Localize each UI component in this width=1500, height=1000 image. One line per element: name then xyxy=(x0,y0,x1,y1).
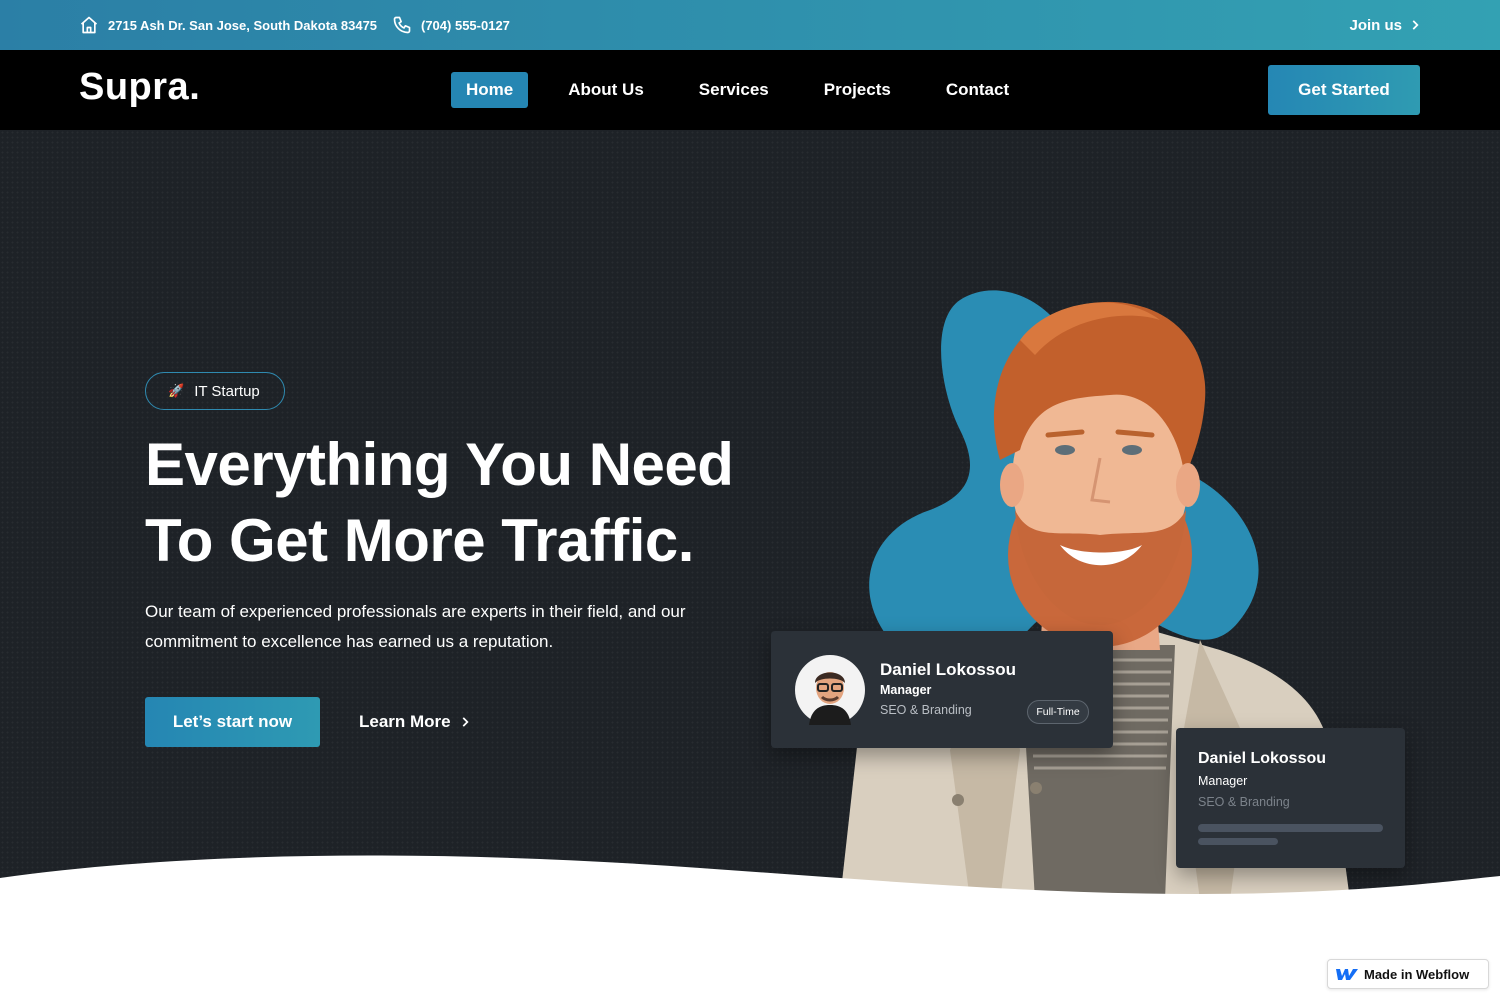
profile-name: Daniel Lokossou xyxy=(1198,750,1327,767)
lead-line-2: commitment to excellence has earned us a… xyxy=(145,632,554,651)
nav-item-services[interactable]: Services xyxy=(684,72,784,108)
nav-menu: Home About Us Services Projects Contact xyxy=(451,72,1049,108)
lead-line-1: Our team of experienced professionals ar… xyxy=(145,602,686,621)
profile-name: Daniel Lokossou xyxy=(880,660,1017,679)
join-us-label: Join us xyxy=(1349,16,1402,34)
main-navbar: Supra. Home About Us Services Projects C… xyxy=(0,50,1500,130)
headline-line-1: Everything You Need xyxy=(145,431,734,498)
webflow-logo-icon xyxy=(1336,969,1358,980)
webflow-badge-label: Made in Webflow xyxy=(1364,966,1470,982)
phone-contact[interactable]: (704) 555-0127 xyxy=(392,0,510,50)
skeleton-bar xyxy=(1198,824,1383,832)
profile-role: Manager xyxy=(880,683,932,697)
phone-icon xyxy=(393,16,411,34)
phone-text: (704) 555-0127 xyxy=(421,17,510,33)
address-text: 2715 Ash Dr. San Jose, South Dakota 8347… xyxy=(108,17,378,33)
rocket-icon: 🚀 xyxy=(168,383,185,398)
nav-item-home[interactable]: Home xyxy=(451,72,529,108)
nav-item-contact[interactable]: Contact xyxy=(931,72,1024,108)
chevron-right-icon xyxy=(462,717,469,727)
nav-item-projects[interactable]: Projects xyxy=(809,72,906,108)
top-info-bar: 2715 Ash Dr. San Jose, South Dakota 8347… xyxy=(0,0,1500,50)
hero-section: 🚀 IT Startup Everything You Need To Get … xyxy=(0,130,1500,910)
learn-more-link[interactable]: Learn More xyxy=(359,697,472,747)
join-us-link[interactable]: Join us xyxy=(1349,0,1422,50)
profile-role: Manager xyxy=(1198,774,1248,788)
headline-line-2: To Get More Traffic. xyxy=(145,507,694,574)
hero-headline: Everything You Need To Get More Traffic. xyxy=(145,427,734,579)
chevron-right-icon xyxy=(1412,20,1419,30)
nav-item-about-us[interactable]: About Us xyxy=(553,72,659,108)
it-startup-tag: 🚀 IT Startup xyxy=(145,372,285,410)
tag-label: IT Startup xyxy=(194,382,260,400)
lets-start-now-button[interactable]: Let’s start now xyxy=(145,697,320,747)
site-logo[interactable]: Supra. xyxy=(79,66,200,109)
profile-card: Daniel Lokossou Manager SEO & Branding F… xyxy=(771,631,1113,748)
profile-department: SEO & Branding xyxy=(1198,795,1290,809)
profile-department: SEO & Branding xyxy=(880,703,972,717)
avatar xyxy=(795,655,865,725)
profile-card-secondary: Daniel Lokossou Manager SEO & Branding xyxy=(1176,728,1405,868)
get-started-button[interactable]: Get Started xyxy=(1268,65,1420,115)
made-in-webflow-badge[interactable]: Made in Webflow xyxy=(1327,959,1489,989)
hero-bottom-wave xyxy=(0,855,1500,910)
skeleton-bar xyxy=(1198,838,1278,845)
home-icon xyxy=(80,16,98,34)
learn-more-label: Learn More xyxy=(359,712,451,731)
address-contact: 2715 Ash Dr. San Jose, South Dakota 8347… xyxy=(79,0,377,50)
employment-status-badge: Full-Time xyxy=(1027,700,1089,724)
hero-lead-text: Our team of experienced professionals ar… xyxy=(145,597,745,657)
